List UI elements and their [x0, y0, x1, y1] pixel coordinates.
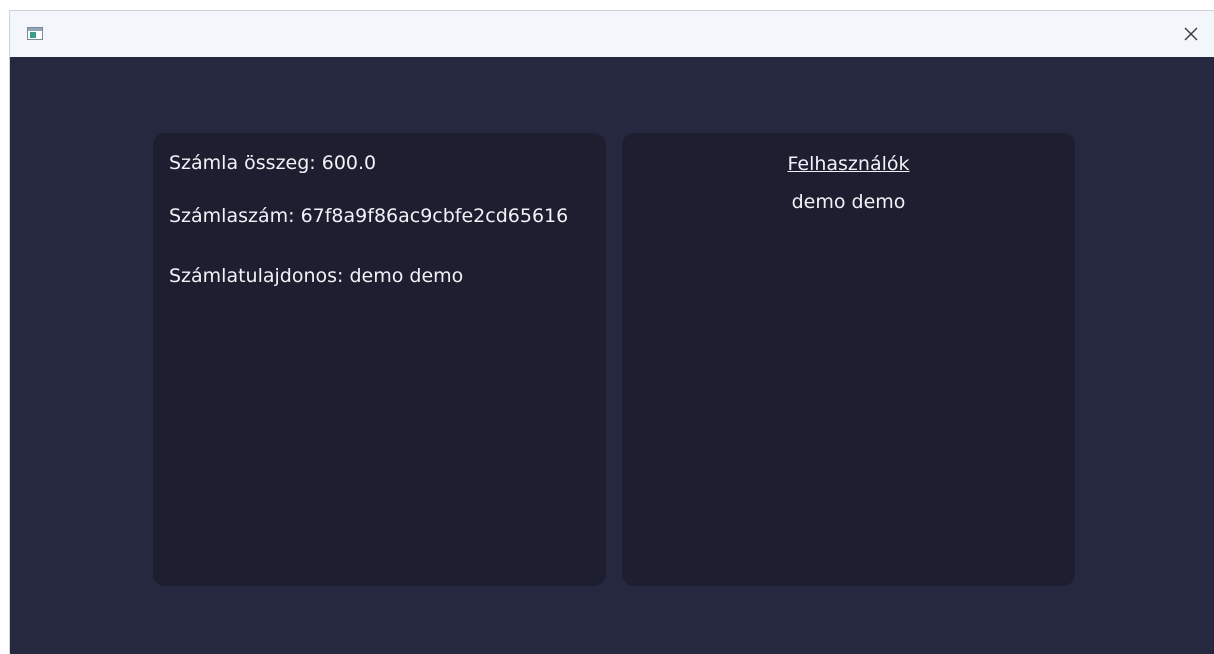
account-number: Számlaszám: 67f8a9f86ac9cbfe2cd65616	[169, 205, 569, 227]
account-owner: Számlatulajdonos: demo demo	[169, 265, 464, 287]
title-bar	[10, 11, 1214, 57]
close-icon	[1184, 27, 1198, 41]
app-window-icon	[27, 27, 43, 40]
close-button[interactable]	[1168, 11, 1214, 57]
account-amount: Számla összeg: 600.0	[169, 152, 377, 174]
app-window: Számla összeg: 600.0 Számlaszám: 67f8a9f…	[9, 10, 1214, 654]
users-card: Felhasználók demo demo	[622, 133, 1075, 586]
users-title-link[interactable]: Felhasználók	[622, 153, 1075, 175]
user-list-item[interactable]: demo demo	[622, 191, 1075, 213]
account-info-card: Számla összeg: 600.0 Számlaszám: 67f8a9f…	[153, 133, 606, 586]
main-content: Számla összeg: 600.0 Számlaszám: 67f8a9f…	[10, 57, 1214, 654]
